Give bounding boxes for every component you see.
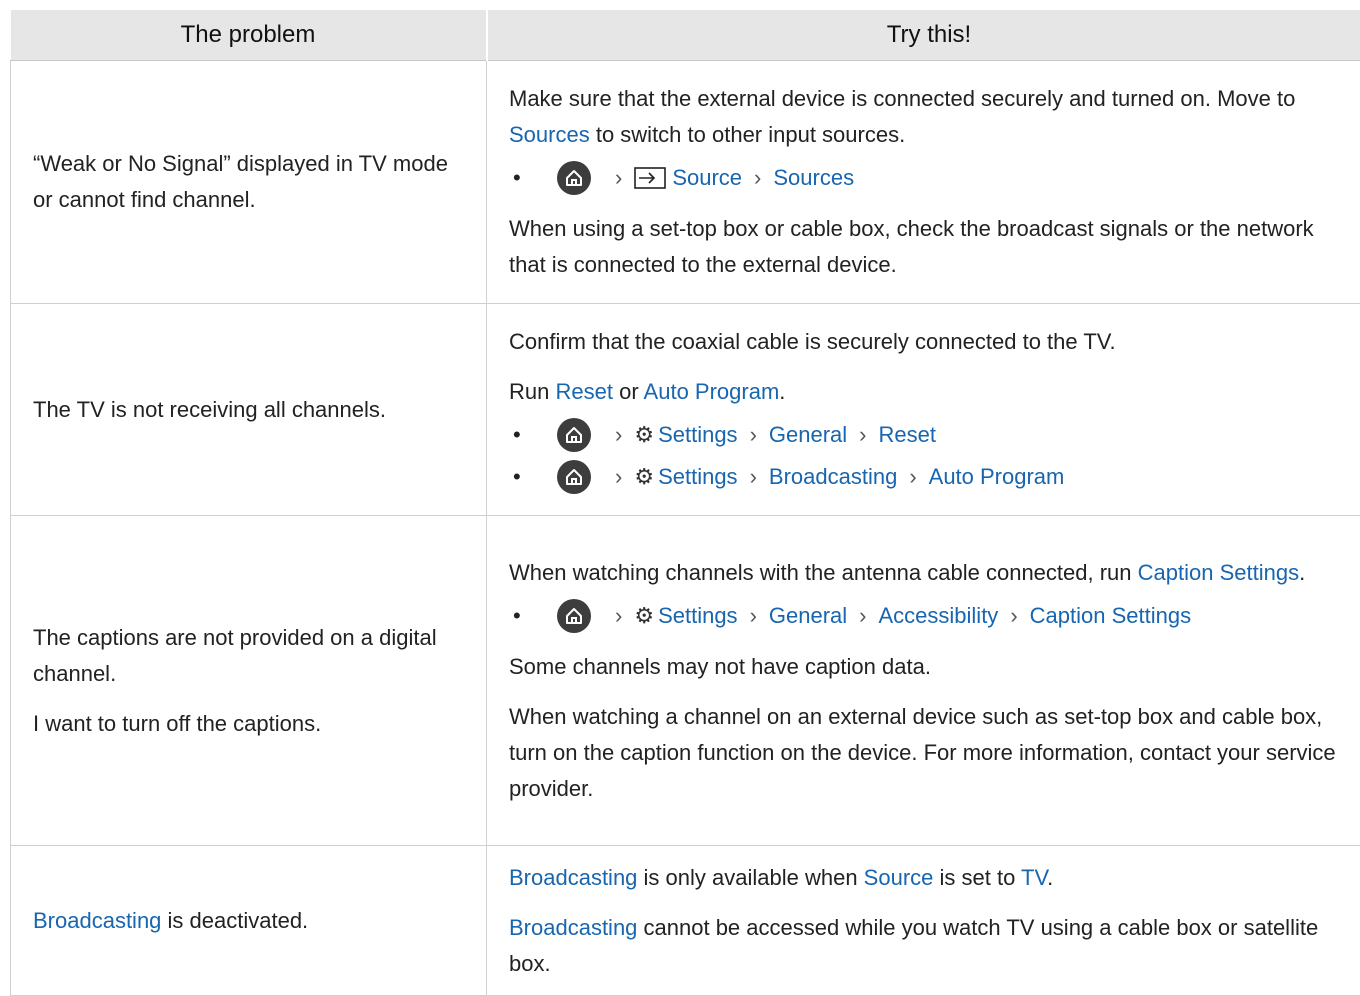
problem-text: Broadcasting is deactivated. [33,903,464,939]
problem-cell: The TV is not receiving all channels. [11,304,487,516]
settings-menu-link[interactable]: Settings [658,417,738,453]
menu-path: • › ⚙ Settings › General › Reset [509,416,1349,454]
chevron-right-icon: › [754,160,761,196]
source-menu-link[interactable]: Source [672,160,742,196]
bullet: • [513,417,557,453]
source-icon [634,166,666,190]
chevron-right-icon: › [750,598,757,634]
solution-paragraph: Confirm that the coaxial cable is secure… [509,324,1349,360]
home-icon[interactable] [557,460,591,494]
solution-paragraph: Broadcasting is only available when Sour… [509,860,1349,896]
solution-cell: Broadcasting is only available when Sour… [487,846,1360,996]
solution-paragraph: Make sure that the external device is co… [509,81,1349,153]
problem-cell: “Weak or No Signal” displayed in TV mode… [11,61,487,304]
solution-paragraph: Some channels may not have caption data. [509,649,1349,685]
solution-paragraph: Run Reset or Auto Program. [509,374,1349,410]
sources-link[interactable]: Sources [509,122,590,147]
problem-cell: Broadcasting is deactivated. [11,846,487,996]
menu-path: • › ⚙ Settings › General › Accessibility… [509,597,1349,635]
gear-icon: ⚙ [634,417,654,453]
broadcasting-link[interactable]: Broadcasting [509,865,637,890]
solution-paragraph: Broadcasting cannot be accessed while yo… [509,910,1349,982]
problem-cell: The captions are not provided on a digit… [11,516,487,846]
chevron-right-icon: › [1010,598,1017,634]
problem-text: “Weak or No Signal” displayed in TV mode… [33,146,464,218]
chevron-right-icon: › [615,459,622,495]
chevron-right-icon: › [750,459,757,495]
header-problem: The problem [11,10,487,61]
tv-link[interactable]: TV [1021,865,1047,890]
table-row: “Weak or No Signal” displayed in TV mode… [11,61,1360,304]
problem-text: The captions are not provided on a digit… [33,620,464,692]
chevron-right-icon: › [615,160,622,196]
accessibility-menu-link[interactable]: Accessibility [879,598,999,634]
bullet: • [513,459,557,495]
auto-program-menu-link[interactable]: Auto Program [929,459,1065,495]
settings-menu-link[interactable]: Settings [658,598,738,634]
reset-menu-link[interactable]: Reset [879,417,936,453]
general-menu-link[interactable]: General [769,417,847,453]
source-link[interactable]: Source [864,865,934,890]
reset-link[interactable]: Reset [555,379,612,404]
solution-cell: Make sure that the external device is co… [487,61,1360,304]
menu-path: • › Source › Sources [509,159,1349,197]
general-menu-link[interactable]: General [769,598,847,634]
solution-paragraph: When using a set-top box or cable box, c… [509,211,1349,283]
troubleshooting-table: The problem Try this! “Weak or No Signal… [10,10,1360,996]
broadcasting-link[interactable]: Broadcasting [33,908,161,933]
bullet: • [513,598,557,634]
home-icon[interactable] [557,418,591,452]
chevron-right-icon: › [859,417,866,453]
chevron-right-icon: › [615,598,622,634]
chevron-right-icon: › [859,598,866,634]
solution-cell: Confirm that the coaxial cable is secure… [487,304,1360,516]
solution-cell: When watching channels with the antenna … [487,516,1360,846]
broadcasting-menu-link[interactable]: Broadcasting [769,459,897,495]
chevron-right-icon: › [909,459,916,495]
home-icon[interactable] [557,599,591,633]
home-icon[interactable] [557,161,591,195]
table-header-row: The problem Try this! [11,10,1360,61]
settings-menu-link[interactable]: Settings [658,459,738,495]
chevron-right-icon: › [750,417,757,453]
gear-icon: ⚙ [634,598,654,634]
caption-settings-link[interactable]: Caption Settings [1138,560,1299,585]
menu-path: • › ⚙ Settings › Broadcasting › Auto Pro… [509,458,1349,496]
solution-paragraph: When watching channels with the antenna … [509,555,1349,591]
caption-settings-menu-link[interactable]: Caption Settings [1030,598,1191,634]
header-try-this: Try this! [487,10,1360,61]
broadcasting-link[interactable]: Broadcasting [509,915,637,940]
chevron-right-icon: › [615,417,622,453]
table-row: The TV is not receiving all channels. Co… [11,304,1360,516]
problem-text: I want to turn off the captions. [33,706,464,742]
table-row: Broadcasting is deactivated. Broadcastin… [11,846,1360,996]
bullet: • [513,160,557,196]
problem-text: The TV is not receiving all channels. [33,392,464,428]
sources-menu-link[interactable]: Sources [773,160,854,196]
solution-paragraph: When watching a channel on an external d… [509,699,1349,807]
gear-icon: ⚙ [634,459,654,495]
auto-program-link[interactable]: Auto Program [644,379,780,404]
table-row: The captions are not provided on a digit… [11,516,1360,846]
